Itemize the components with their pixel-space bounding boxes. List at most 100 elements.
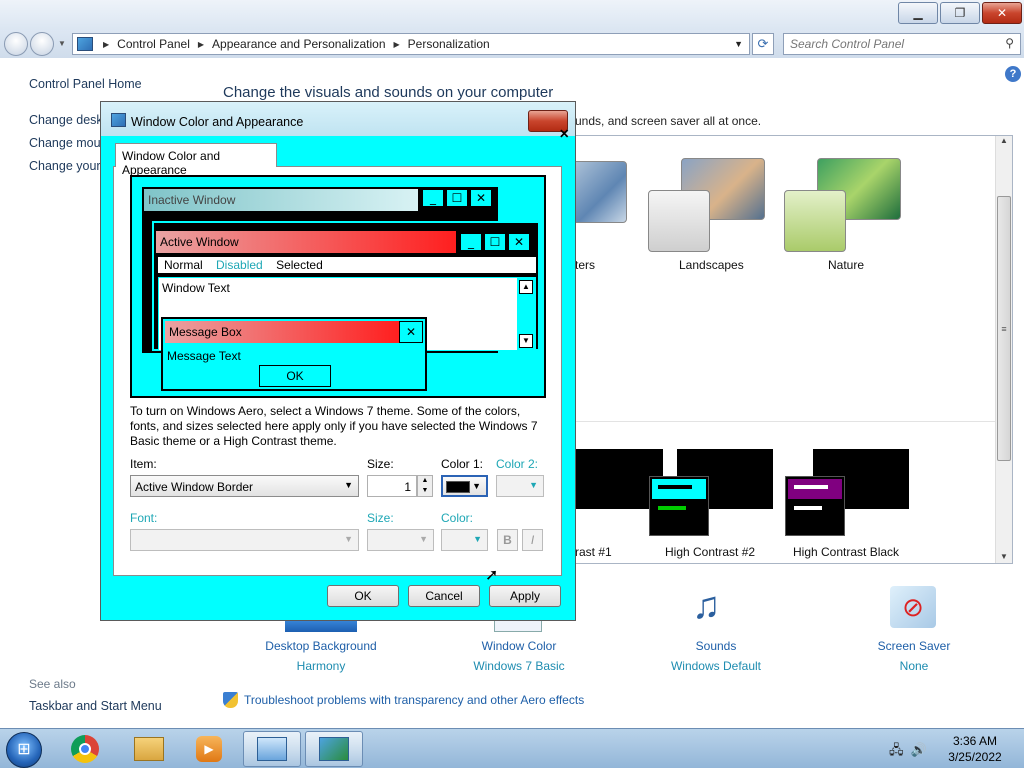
menu-normal: Normal: [164, 258, 203, 272]
control-panel-home-link[interactable]: Control Panel Home: [29, 77, 142, 91]
chevron-down-icon: ▼: [419, 534, 428, 544]
menu-selected: Selected: [276, 258, 323, 272]
scroll-thumb[interactable]: ≡: [997, 196, 1011, 461]
refresh-button[interactable]: ⟳: [752, 33, 774, 55]
minimize-icon: ▁: [913, 6, 923, 20]
preview-message-box[interactable]: Message Box ✕ Message Text OK: [161, 317, 427, 391]
theme-glass-frame: [648, 190, 710, 252]
cancel-button[interactable]: Cancel: [408, 585, 480, 607]
italic-button[interactable]: I: [522, 529, 543, 551]
bold-button[interactable]: B: [497, 529, 518, 551]
hcblack-preview: [785, 476, 845, 536]
theme-label: Nature: [828, 258, 865, 272]
item-label: Item:: [130, 457, 157, 471]
size-spinner[interactable]: ▲ ▼: [417, 475, 433, 497]
appearance-preview[interactable]: Inactive Window _ ☐ ✕ Active Window _ ☐ …: [130, 175, 546, 398]
dialog-close-button[interactable]: ✕: [528, 110, 569, 141]
breadcrumb-personalization[interactable]: Personalization: [408, 37, 490, 51]
font-color-picker[interactable]: ▼: [441, 529, 488, 551]
inactive-title: Inactive Window: [144, 189, 418, 211]
theme-list: cters Landscapes Nature ntrast #1 High C…: [560, 135, 1013, 564]
window-color-link[interactable]: Window Color Windows 7 Basic: [444, 639, 594, 673]
theme-label: High Contrast #2: [665, 545, 756, 559]
windows-logo-icon: ⊞: [17, 741, 31, 758]
search-input[interactable]: Search Control Panel ⚲: [783, 33, 1021, 55]
sounds-icon[interactable]: ♫: [692, 585, 721, 627]
scroll-down-icon[interactable]: ▼: [1000, 552, 1008, 561]
recent-pages-icon[interactable]: ▼: [58, 39, 66, 48]
forward-button[interactable]: [30, 32, 54, 56]
minimize-icon: _: [422, 189, 444, 207]
search-icon: ⚲: [1005, 36, 1014, 50]
desktop-background-link[interactable]: Desktop Background Harmony: [246, 639, 396, 673]
maximize-icon: ☐: [484, 233, 506, 251]
color1-picker[interactable]: ▼: [441, 475, 488, 497]
message-box-title: Message Box: [165, 321, 399, 343]
breadcrumb-appearance[interactable]: Appearance and Personalization: [212, 37, 385, 51]
media-player-icon[interactable]: ▶: [180, 731, 238, 767]
address-dropdown-icon[interactable]: ▼: [734, 39, 743, 49]
mouse-cursor: ➚: [485, 567, 499, 584]
shield-icon: [223, 692, 238, 708]
control-panel-taskbar-icon[interactable]: [243, 731, 301, 767]
troubleshoot-link[interactable]: Troubleshoot problems with transparency …: [244, 693, 584, 707]
close-button[interactable]: ✕: [982, 2, 1022, 24]
clock-time: 3:36 AM: [952, 734, 998, 748]
sidebar-link-account[interactable]: Change your: [29, 159, 101, 173]
preview-scrollbar: ▲ ▼: [517, 278, 535, 350]
ok-button[interactable]: OK: [327, 585, 399, 607]
start-button[interactable]: ⊞: [6, 732, 42, 768]
address-bar[interactable]: ▶ Control Panel ▶ Appearance and Persona…: [72, 33, 750, 55]
preview-menu: Normal Disabled Selected: [158, 257, 536, 273]
sidebar-link-desktop[interactable]: Change deskt: [29, 113, 106, 127]
chrome-icon[interactable]: [56, 731, 114, 767]
clock[interactable]: 3:36 AM 3/25/2022: [940, 733, 1010, 765]
close-icon: ✕: [508, 233, 530, 251]
taskbar-start-menu-link[interactable]: Taskbar and Start Menu: [29, 699, 162, 713]
page-heading: Change the visuals and sounds on your co…: [223, 84, 554, 101]
breadcrumb-control-panel[interactable]: Control Panel: [117, 37, 190, 51]
apply-button[interactable]: Apply: [489, 585, 561, 607]
theme-label: Landscapes: [679, 258, 744, 272]
dialog-title-bar: Window Color and Appearance ✕: [101, 102, 575, 141]
hc2-preview: [649, 476, 709, 536]
item-select[interactable]: Active Window Border ▼: [130, 475, 359, 497]
theme-scrollbar[interactable]: ▲ ≡ ▼: [995, 136, 1012, 563]
personalization-taskbar-icon[interactable]: [305, 731, 363, 767]
chevron-down-icon: ▼: [529, 480, 538, 490]
see-also-heading: See also: [29, 677, 76, 691]
help-icon[interactable]: ?: [1005, 66, 1021, 82]
tab-window-color[interactable]: Window Color and Appearance: [115, 143, 277, 177]
screen-saver-link[interactable]: Screen Saver None: [839, 639, 989, 673]
address-row: ▼ ▶ Control Panel ▶ Appearance and Perso…: [0, 30, 1024, 58]
close-icon: ✕: [996, 6, 1008, 20]
network-icon[interactable]: 🖧: [889, 742, 904, 757]
font-color-label: Color:: [441, 511, 474, 525]
sounds-link[interactable]: Sounds Windows Default: [641, 639, 791, 673]
minimize-button[interactable]: ▁: [898, 2, 938, 24]
volume-icon[interactable]: 🔊: [911, 742, 927, 757]
message-ok-button: OK: [259, 365, 331, 387]
screen-saver-icon[interactable]: ⊘: [890, 586, 936, 628]
font-select[interactable]: ▼: [130, 529, 359, 551]
refresh-icon: ⟳: [757, 36, 769, 51]
system-tray: 🖧 🔊: [889, 741, 927, 763]
title-bar: ▁ ❐ ✕: [0, 0, 1024, 30]
size-label: Size:: [367, 457, 394, 471]
restore-button[interactable]: ❐: [940, 2, 980, 24]
libraries-icon[interactable]: [120, 731, 178, 767]
back-button[interactable]: [4, 32, 28, 56]
clock-date: 3/25/2022: [948, 750, 1002, 764]
chevron-down-icon: ▼: [344, 534, 353, 544]
size-input[interactable]: 1: [367, 475, 417, 497]
theme-label: High Contrast Black: [793, 545, 900, 559]
color2-picker[interactable]: ▼: [496, 475, 544, 497]
window-text: Window Text: [162, 281, 230, 295]
sidebar-link-mouse[interactable]: Change mous: [29, 136, 107, 150]
scroll-up-icon[interactable]: ▲: [996, 136, 1012, 145]
close-icon: ✕: [470, 189, 492, 207]
chevron-down-icon: ▼: [472, 481, 481, 491]
font-size-select[interactable]: ▼: [367, 529, 434, 551]
chevron-down-icon: ▼: [473, 534, 482, 544]
divider: [561, 421, 996, 422]
